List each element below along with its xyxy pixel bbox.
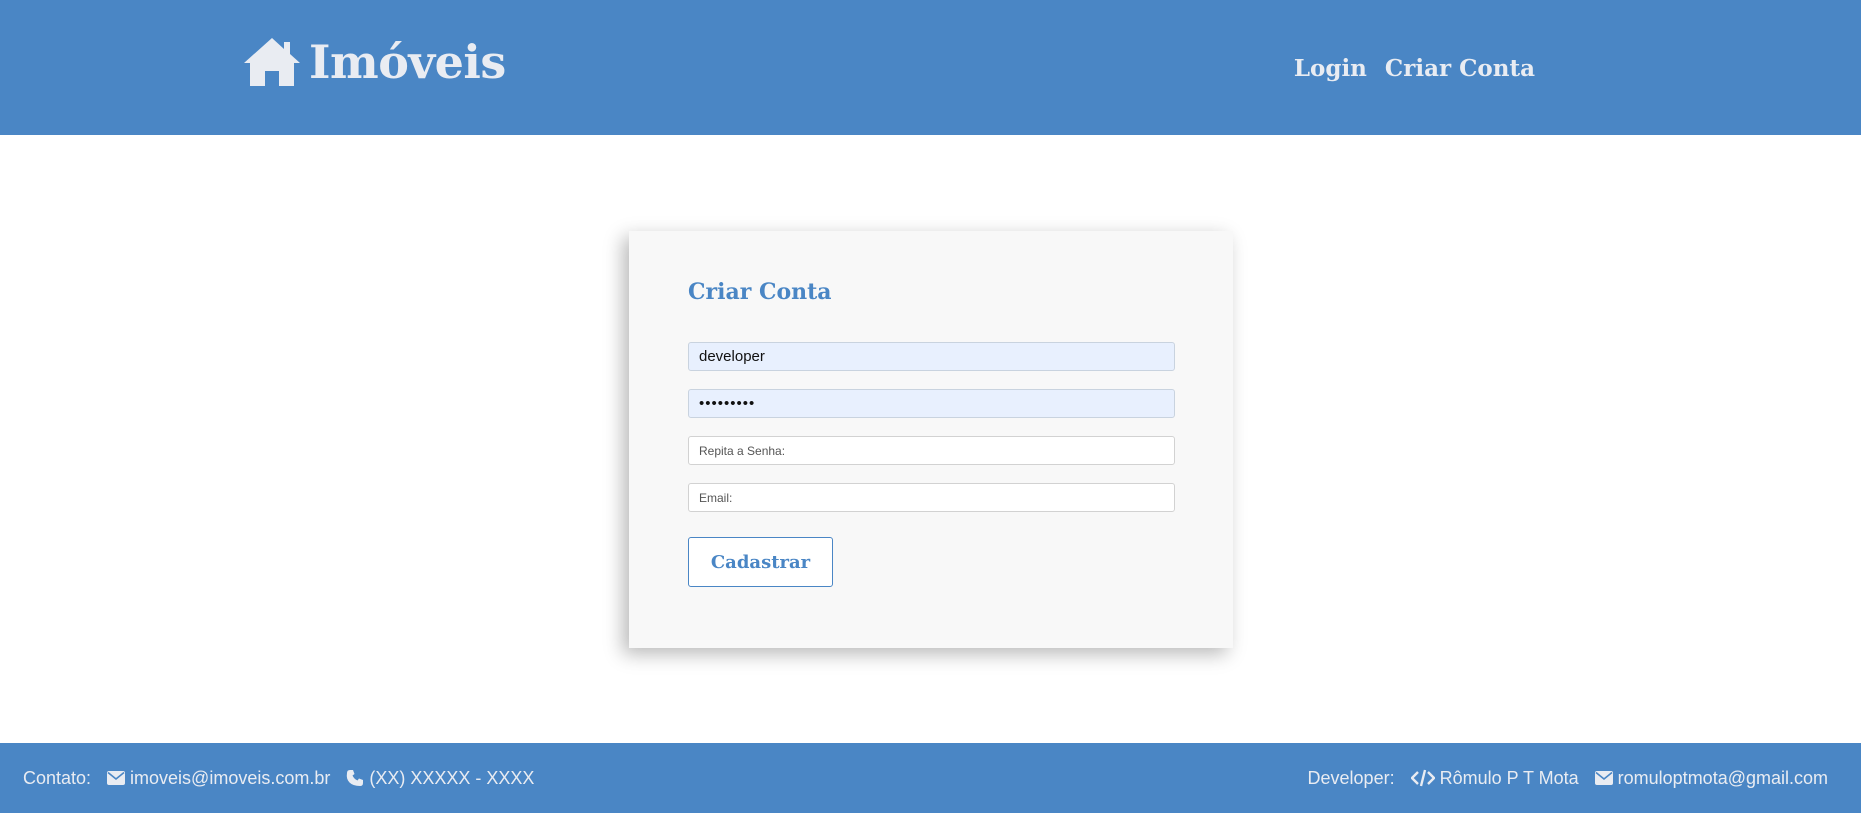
main-nav: Login Criar Conta (1294, 55, 1535, 82)
register-button[interactable]: Cadastrar (688, 537, 833, 587)
signup-card: Criar Conta Cadastrar (629, 231, 1233, 648)
site-header: Imóveis Login Criar Conta (0, 0, 1861, 135)
email-field[interactable] (688, 483, 1175, 512)
repeat-password-field[interactable] (688, 436, 1175, 465)
developer-label: Developer: (1307, 767, 1395, 788)
nav-login-link[interactable]: Login (1294, 55, 1367, 82)
contact-email: imoveis@imoveis.com.br (130, 767, 331, 788)
footer-contact: Contato: imoveis@imoveis.com.br (XX) XXX… (23, 743, 534, 813)
developer-name: Rômulo P T Mota (1439, 767, 1579, 788)
envelope-icon (107, 771, 126, 785)
developer-name-item[interactable]: Rômulo P T Mota (1410, 767, 1579, 789)
developer-email: romuloptmota@gmail.com (1617, 767, 1828, 788)
password-field[interactable] (688, 389, 1175, 418)
developer-email-item[interactable]: romuloptmota@gmail.com (1594, 767, 1828, 789)
footer-developer: Developer: Rômulo P T Mota romuloptmota@… (1308, 743, 1828, 813)
home-icon (244, 38, 300, 86)
contact-phone: (XX) XXXXX - XXXX (369, 767, 535, 788)
site-footer: Contato: imoveis@imoveis.com.br (XX) XXX… (0, 743, 1861, 813)
contact-phone-item[interactable]: (XX) XXXXX - XXXX (346, 768, 534, 789)
contact-email-item[interactable]: imoveis@imoveis.com.br (107, 768, 330, 789)
phone-icon (347, 770, 364, 786)
brand-logo[interactable]: Imóveis (243, 36, 506, 88)
envelope-icon (1594, 771, 1613, 785)
code-icon (1410, 769, 1435, 787)
brand-title: Imóveis (309, 35, 506, 89)
username-field[interactable] (688, 342, 1175, 371)
form-title: Criar Conta (688, 279, 832, 305)
nav-signup-link[interactable]: Criar Conta (1385, 55, 1535, 82)
contact-label: Contato: (23, 767, 92, 788)
